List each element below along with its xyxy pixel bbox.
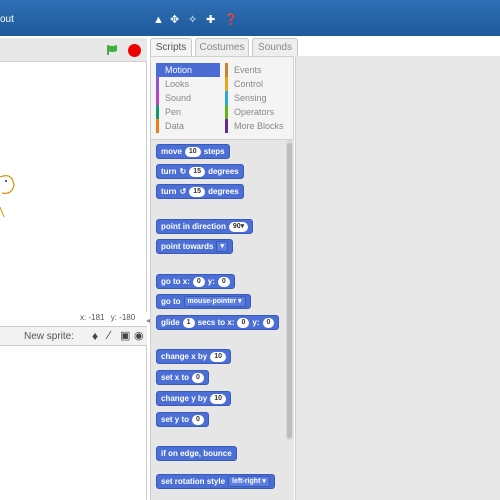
coord-x-value: -181: [88, 313, 105, 322]
number-input[interactable]: 15: [189, 186, 206, 197]
shrink-icon[interactable]: ✧: [188, 14, 197, 26]
category-pen[interactable]: Pen: [156, 105, 220, 119]
block-text: set x to: [161, 373, 190, 382]
block-text: secs to x:: [197, 318, 235, 327]
block-text: glide: [161, 318, 180, 327]
block-text: change x by: [161, 352, 208, 361]
block-text: turn: [161, 187, 177, 196]
stage-header: [0, 38, 147, 62]
grow-icon[interactable]: ✥: [170, 14, 179, 26]
fullscreen-icon[interactable]: ✚: [206, 14, 215, 26]
paint-sprite-icon[interactable]: ∕: [108, 328, 110, 342]
block-move-steps[interactable]: move 10 steps: [156, 144, 230, 159]
green-flag-icon[interactable]: [106, 44, 118, 56]
script-area[interactable]: [295, 56, 500, 500]
block-go-to-xy[interactable]: go to x: 0 y: 0: [156, 274, 235, 289]
block-point-in-direction[interactable]: point in direction 90▾: [156, 219, 254, 234]
stage[interactable]: [0, 62, 147, 312]
block-set-x[interactable]: set x to 0: [156, 370, 209, 385]
category-data[interactable]: Data: [156, 119, 220, 133]
category-column-left: Motion Looks Sound Pen Data: [156, 63, 220, 133]
sprite-cat-icon[interactable]: [0, 167, 20, 227]
sprite-list: [0, 346, 147, 500]
block-text: if on edge, bounce: [161, 449, 232, 458]
category-operators[interactable]: Operators: [225, 105, 291, 119]
tab-sounds[interactable]: Sounds: [252, 38, 298, 56]
upload-sprite-icon[interactable]: ▣: [120, 329, 130, 342]
x-input[interactable]: 0: [192, 276, 205, 287]
block-point-towards[interactable]: point towards ▾: [156, 239, 233, 254]
number-input[interactable]: 10: [184, 146, 201, 157]
block-set-y[interactable]: set y to 0: [156, 412, 209, 427]
block-text: point in direction: [161, 222, 226, 231]
block-text: steps: [203, 147, 225, 156]
block-text: y:: [207, 277, 215, 286]
category-more-blocks[interactable]: More Blocks: [225, 119, 291, 133]
rotation-style-dropdown[interactable]: left-right ▾: [228, 476, 270, 487]
block-text: set y to: [161, 415, 190, 424]
block-palette: move 10 steps turn ↻ 15 degrees turn ↺ 1…: [150, 140, 294, 500]
block-text: change y by: [161, 394, 208, 403]
coord-y-label: y:: [110, 313, 117, 322]
number-input[interactable]: 10: [210, 393, 227, 404]
menu-bar: out ▲ ✥ ✧ ✚ ❓: [0, 0, 500, 36]
block-turn-right[interactable]: turn ↻ 15 degrees: [156, 164, 244, 179]
category-column-right: Events Control Sensing Operators More Bl…: [225, 63, 291, 133]
block-text: degrees: [208, 187, 239, 196]
block-bounce[interactable]: if on edge, bounce: [156, 446, 237, 461]
target-dropdown[interactable]: mouse-pointer ▾: [183, 296, 246, 307]
category-control[interactable]: Control: [225, 77, 291, 91]
stop-icon[interactable]: [128, 44, 141, 57]
secs-input[interactable]: 1: [182, 317, 195, 328]
sprite-library-icon[interactable]: ♦: [92, 329, 98, 343]
number-input[interactable]: 0: [192, 414, 204, 425]
block-turn-left[interactable]: turn ↺ 15 degrees: [156, 184, 244, 199]
category-sound[interactable]: Sound: [156, 91, 220, 105]
y-input[interactable]: 0: [262, 317, 275, 328]
tab-costumes[interactable]: Costumes: [195, 38, 249, 56]
block-text: turn: [161, 167, 177, 176]
target-dropdown[interactable]: ▾: [216, 241, 228, 252]
rotate-right-icon: ↻: [179, 167, 187, 176]
category-motion[interactable]: Motion: [156, 63, 220, 77]
category-panel: Motion Looks Sound Pen Data Events Contr…: [150, 56, 294, 140]
palette-scroll-thumb[interactable]: [287, 143, 292, 438]
mouse-coords: x: -181 y: -180: [80, 313, 135, 322]
number-input[interactable]: 10: [210, 351, 227, 362]
block-set-rotation-style[interactable]: set rotation style left-right ▾: [156, 474, 275, 489]
sprite-toolbar: New sprite: ♦ ∕ ▣ ◉: [0, 326, 147, 346]
coord-y-value: -180: [119, 313, 136, 322]
block-text: move: [161, 147, 182, 156]
coord-x-label: x:: [80, 313, 87, 322]
window-title-fragment: out: [0, 14, 14, 25]
block-text: go to: [161, 297, 181, 306]
block-change-x[interactable]: change x by 10: [156, 349, 232, 364]
category-looks[interactable]: Looks: [156, 77, 220, 91]
block-change-y[interactable]: change y by 10: [156, 391, 232, 406]
number-input[interactable]: 0: [192, 372, 204, 383]
block-glide[interactable]: glide 1 secs to x: 0 y: 0: [156, 315, 280, 330]
block-text: set rotation style: [161, 477, 226, 486]
block-text: y:: [252, 318, 260, 327]
category-sensing[interactable]: Sensing: [225, 91, 291, 105]
block-text: degrees: [208, 167, 239, 176]
block-text: point towards: [161, 242, 214, 251]
stamp-icon[interactable]: ▲: [153, 14, 164, 26]
y-input[interactable]: 0: [217, 276, 230, 287]
category-events[interactable]: Events: [225, 63, 291, 77]
direction-input[interactable]: 90▾: [228, 221, 249, 232]
number-input[interactable]: 15: [189, 166, 206, 177]
block-text: go to x:: [161, 277, 190, 286]
rotate-left-icon: ↺: [179, 187, 187, 196]
camera-icon[interactable]: ◉: [134, 329, 144, 342]
help-icon[interactable]: ❓: [224, 14, 238, 26]
block-go-to[interactable]: go to mouse-pointer ▾: [156, 294, 251, 309]
new-sprite-label: New sprite:: [24, 331, 75, 342]
tab-scripts[interactable]: Scripts: [150, 38, 192, 57]
x-input[interactable]: 0: [237, 317, 250, 328]
